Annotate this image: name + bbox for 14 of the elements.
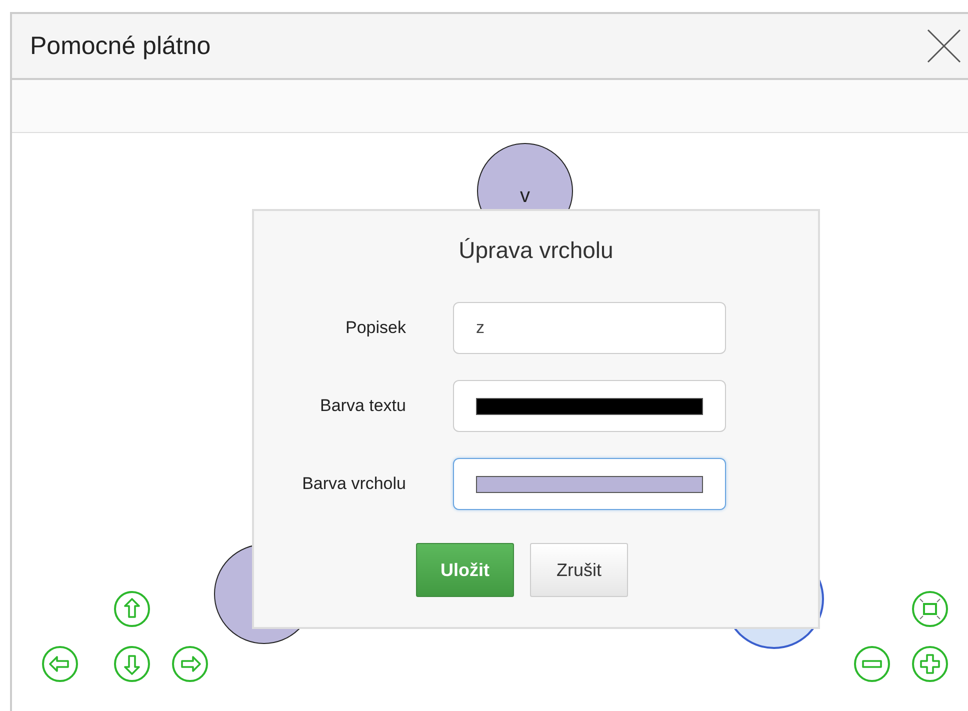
zoom-in-icon[interactable] — [911, 645, 949, 683]
fit-to-screen-icon[interactable] — [911, 590, 949, 628]
dialog-title: Úprava vrcholu — [458, 236, 614, 265]
zoom-out-icon[interactable] — [853, 645, 891, 683]
color-picker[interactable] — [453, 380, 726, 432]
cancel-button[interactable]: Zrušit — [530, 543, 628, 597]
window-title: Pomocné plátno — [30, 32, 211, 60]
color-picker[interactable] — [453, 458, 726, 510]
field-label: Popisek — [344, 318, 406, 338]
field-label: Barva vrcholu — [301, 474, 406, 494]
node-label: v — [520, 186, 530, 206]
field-label: Barva textu — [319, 396, 406, 416]
close-icon[interactable] — [926, 28, 962, 64]
input-field[interactable]: z — [453, 302, 726, 354]
